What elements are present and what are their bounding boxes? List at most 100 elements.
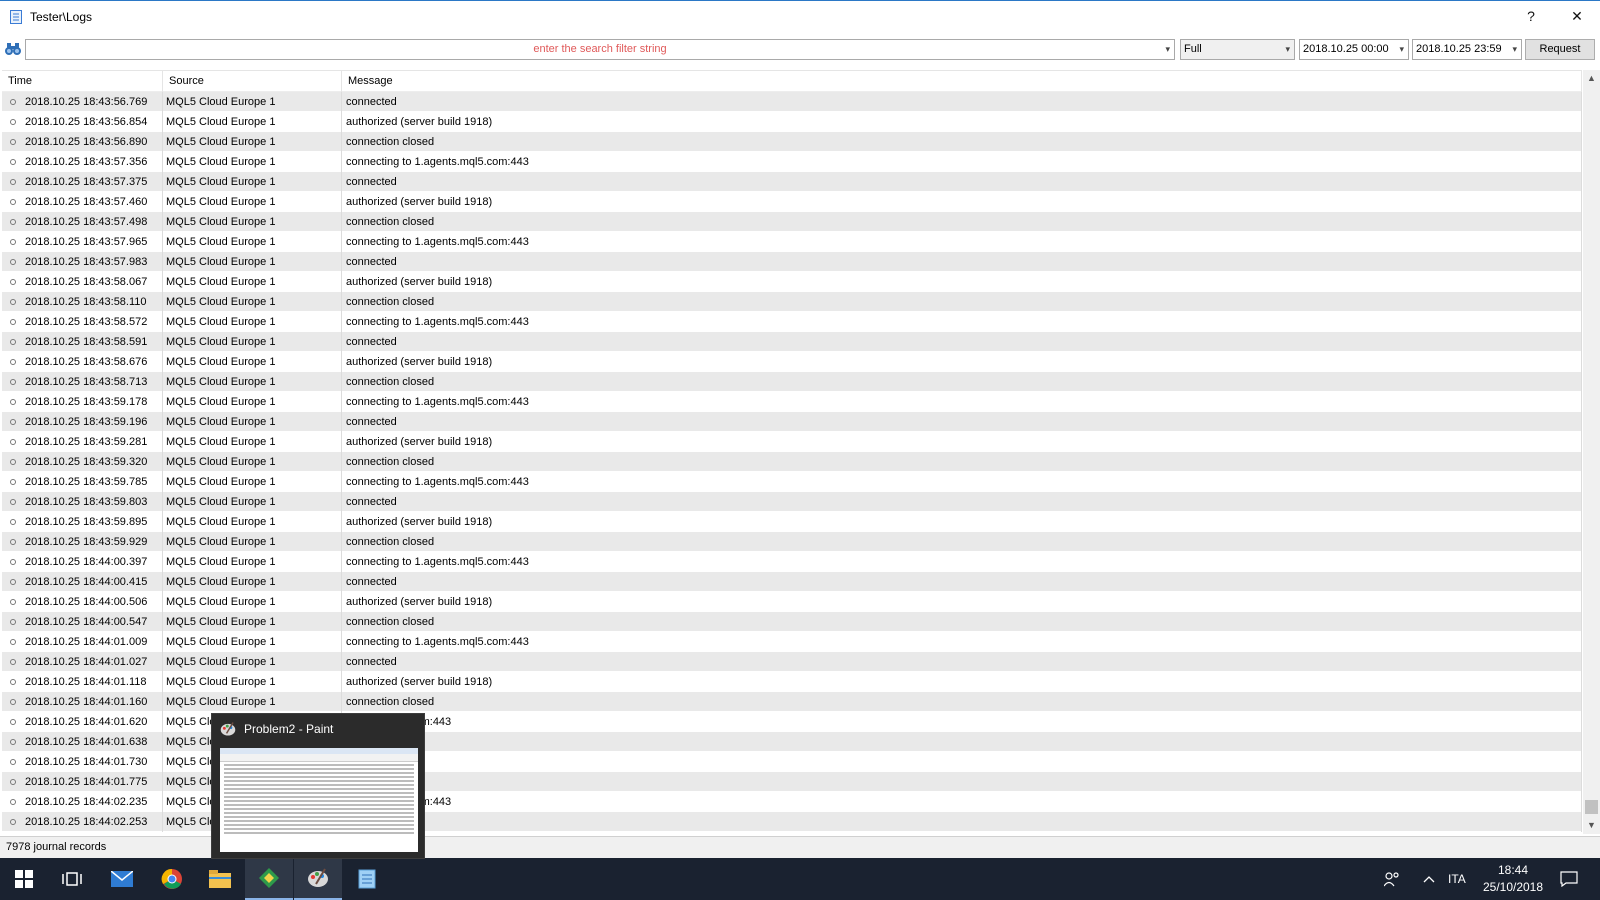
- time-text: 2018.10.25 18:44:00.397: [25, 556, 148, 568]
- log-status-icon: [10, 779, 16, 785]
- time-cell: 2018.10.25 18:43:57.375: [2, 172, 163, 192]
- time-text: 2018.10.25 18:43:59.929: [25, 536, 148, 548]
- table-row[interactable]: 2018.10.25 18:43:59.196 MQL5 Cloud Europe…: [2, 412, 1582, 432]
- source-cell: MQL5 Cloud Europe 1: [163, 132, 342, 152]
- time-text: 2018.10.25 18:44:00.547: [25, 616, 148, 628]
- table-row[interactable]: 2018.10.25 18:43:59.281 MQL5 Cloud Europe…: [2, 432, 1582, 452]
- time-text: 2018.10.25 18:43:57.356: [25, 156, 148, 168]
- log-status-icon: [10, 719, 16, 725]
- date-to-picker[interactable]: 2018.10.25 23:59 ▾: [1412, 39, 1522, 60]
- chrome-icon[interactable]: [148, 858, 196, 900]
- table-row[interactable]: 2018.10.25 18:43:58.110 MQL5 Cloud Europe…: [2, 292, 1582, 312]
- table-row[interactable]: 2018.10.25 18:43:57.965 MQL5 Cloud Europe…: [2, 232, 1582, 252]
- time-text: 2018.10.25 18:43:57.983: [25, 256, 148, 268]
- taskbar-thumbnail-preview[interactable]: Problem2 - Paint: [211, 713, 425, 859]
- table-row[interactable]: 2018.10.25 18:44:01.009 MQL5 Cloud Europe…: [2, 632, 1582, 652]
- table-row[interactable]: 2018.10.25 18:43:59.803 MQL5 Cloud Europe…: [2, 492, 1582, 512]
- time-cell: 2018.10.25 18:43:59.803: [2, 492, 163, 512]
- date-from-picker[interactable]: 2018.10.25 00:00 ▾: [1299, 39, 1409, 60]
- time-text: 2018.10.25 18:44:02.253: [25, 816, 148, 828]
- notepad-icon[interactable]: [343, 858, 391, 900]
- source-cell: MQL5 Cloud Europe 1: [163, 512, 342, 532]
- time-text: 2018.10.25 18:43:59.803: [25, 496, 148, 508]
- mode-select[interactable]: Full ▾: [1180, 39, 1295, 60]
- help-button[interactable]: ?: [1508, 1, 1554, 31]
- log-status-icon: [10, 479, 16, 485]
- message-cell: er build 1918): [342, 752, 1582, 772]
- table-row[interactable]: 2018.10.25 18:43:58.676 MQL5 Cloud Europe…: [2, 352, 1582, 372]
- table-row[interactable]: 2018.10.25 18:44:00.415 MQL5 Cloud Europe…: [2, 572, 1582, 592]
- chevron-down-icon[interactable]: ▾: [1165, 40, 1170, 59]
- time-cell: 2018.10.25 18:43:59.281: [2, 432, 163, 452]
- log-status-icon: [10, 299, 16, 305]
- table-row[interactable]: 2018.10.25 18:43:59.320 MQL5 Cloud Europe…: [2, 452, 1582, 472]
- source-cell: MQL5 Cloud Europe 1: [163, 672, 342, 692]
- table-row[interactable]: 2018.10.25 18:43:59.785 MQL5 Cloud Europe…: [2, 472, 1582, 492]
- column-header-time[interactable]: Time: [2, 71, 163, 92]
- table-row[interactable]: 2018.10.25 18:43:57.375 MQL5 Cloud Europe…: [2, 172, 1582, 192]
- notification-center-icon[interactable]: [1560, 858, 1578, 900]
- table-row[interactable]: 2018.10.25 18:44:00.506 MQL5 Cloud Europe…: [2, 592, 1582, 612]
- table-row[interactable]: 2018.10.25 18:43:58.572 MQL5 Cloud Europe…: [2, 312, 1582, 332]
- table-row[interactable]: 2018.10.25 18:44:01.027 MQL5 Cloud Europe…: [2, 652, 1582, 672]
- time-text: 2018.10.25 18:43:59.785: [25, 476, 148, 488]
- time-text: 2018.10.25 18:44:00.506: [25, 596, 148, 608]
- system-clock[interactable]: 18:44 25/10/2018: [1478, 862, 1548, 896]
- time-cell: 2018.10.25 18:43:58.713: [2, 372, 163, 392]
- clock-date: 25/10/2018: [1482, 880, 1544, 894]
- message-cell: connecting to 1.agents.mql5.com:443: [342, 152, 1582, 172]
- mail-icon[interactable]: [98, 858, 146, 900]
- table-row[interactable]: 2018.10.25 18:43:57.498 MQL5 Cloud Europe…: [2, 212, 1582, 232]
- source-cell: MQL5 Cloud Europe 1: [163, 92, 342, 112]
- table-row[interactable]: 2018.10.25 18:43:59.178 MQL5 Cloud Europe…: [2, 392, 1582, 412]
- table-row[interactable]: 2018.10.25 18:43:58.067 MQL5 Cloud Europe…: [2, 272, 1582, 292]
- source-cell: MQL5 Cloud Europe 1: [163, 472, 342, 492]
- time-cell: 2018.10.25 18:43:59.929: [2, 532, 163, 552]
- search-input[interactable]: enter the search filter string ▾: [25, 39, 1175, 60]
- message-cell: authorized (server build 1918): [342, 672, 1582, 692]
- message-cell: authorized (server build 1918): [342, 112, 1582, 132]
- table-row[interactable]: 2018.10.25 18:43:57.983 MQL5 Cloud Europe…: [2, 252, 1582, 272]
- table-row[interactable]: 2018.10.25 18:44:01.160 MQL5 Cloud Europe…: [2, 692, 1582, 712]
- table-row[interactable]: 2018.10.25 18:43:57.356 MQL5 Cloud Europe…: [2, 152, 1582, 172]
- table-row[interactable]: 2018.10.25 18:43:56.769 MQL5 Cloud Europe…: [2, 92, 1582, 112]
- source-cell: MQL5 Cloud Europe 1: [163, 612, 342, 632]
- chevron-up-icon[interactable]: [1423, 858, 1435, 900]
- table-row[interactable]: 2018.10.25 18:43:57.460 MQL5 Cloud Europe…: [2, 192, 1582, 212]
- table-row[interactable]: 2018.10.25 18:43:59.929 MQL5 Cloud Europe…: [2, 532, 1582, 552]
- time-cell: 2018.10.25 18:43:59.320: [2, 452, 163, 472]
- vertical-scrollbar[interactable]: ▲ ▼: [1583, 70, 1600, 834]
- scroll-thumb[interactable]: [1585, 800, 1598, 814]
- binoculars-icon[interactable]: [4, 40, 22, 58]
- table-row[interactable]: 2018.10.25 18:43:56.854 MQL5 Cloud Europe…: [2, 112, 1582, 132]
- table-row[interactable]: 2018.10.25 18:44:01.118 MQL5 Cloud Europe…: [2, 672, 1582, 692]
- message-cell: connected: [342, 572, 1582, 592]
- time-cell: 2018.10.25 18:43:56.769: [2, 92, 163, 112]
- table-row[interactable]: 2018.10.25 18:44:00.397 MQL5 Cloud Europe…: [2, 552, 1582, 572]
- message-cell: connection closed: [342, 612, 1582, 632]
- date-to-value: 2018.10.25 23:59: [1416, 43, 1502, 55]
- file-explorer-icon[interactable]: [196, 858, 244, 900]
- scroll-up-icon[interactable]: ▲: [1583, 70, 1600, 87]
- table-row[interactable]: 2018.10.25 18:44:00.547 MQL5 Cloud Europe…: [2, 612, 1582, 632]
- message-cell: connection closed: [342, 132, 1582, 152]
- scroll-down-icon[interactable]: ▼: [1583, 817, 1600, 834]
- table-row[interactable]: 2018.10.25 18:43:58.591 MQL5 Cloud Europe…: [2, 332, 1582, 352]
- table-row[interactable]: 2018.10.25 18:43:59.895 MQL5 Cloud Europe…: [2, 512, 1582, 532]
- request-button[interactable]: Request: [1525, 39, 1595, 60]
- time-text: 2018.10.25 18:43:57.498: [25, 216, 148, 228]
- people-icon[interactable]: [1384, 858, 1400, 900]
- log-status-icon: [10, 439, 16, 445]
- close-button[interactable]: ✕: [1554, 1, 1600, 31]
- column-header-source[interactable]: Source: [163, 71, 342, 92]
- windows-start-icon[interactable]: [0, 858, 48, 900]
- message-cell: authorized (server build 1918): [342, 432, 1582, 452]
- metatrader-icon[interactable]: [245, 858, 293, 900]
- paint-icon[interactable]: [294, 858, 342, 900]
- column-header-message[interactable]: Message: [342, 71, 1582, 92]
- source-cell: MQL5 Cloud Europe 1: [163, 112, 342, 132]
- task-view-icon[interactable]: [48, 858, 96, 900]
- language-indicator[interactable]: ITA: [1448, 858, 1466, 900]
- table-row[interactable]: 2018.10.25 18:43:58.713 MQL5 Cloud Europe…: [2, 372, 1582, 392]
- table-row[interactable]: 2018.10.25 18:43:56.890 MQL5 Cloud Europe…: [2, 132, 1582, 152]
